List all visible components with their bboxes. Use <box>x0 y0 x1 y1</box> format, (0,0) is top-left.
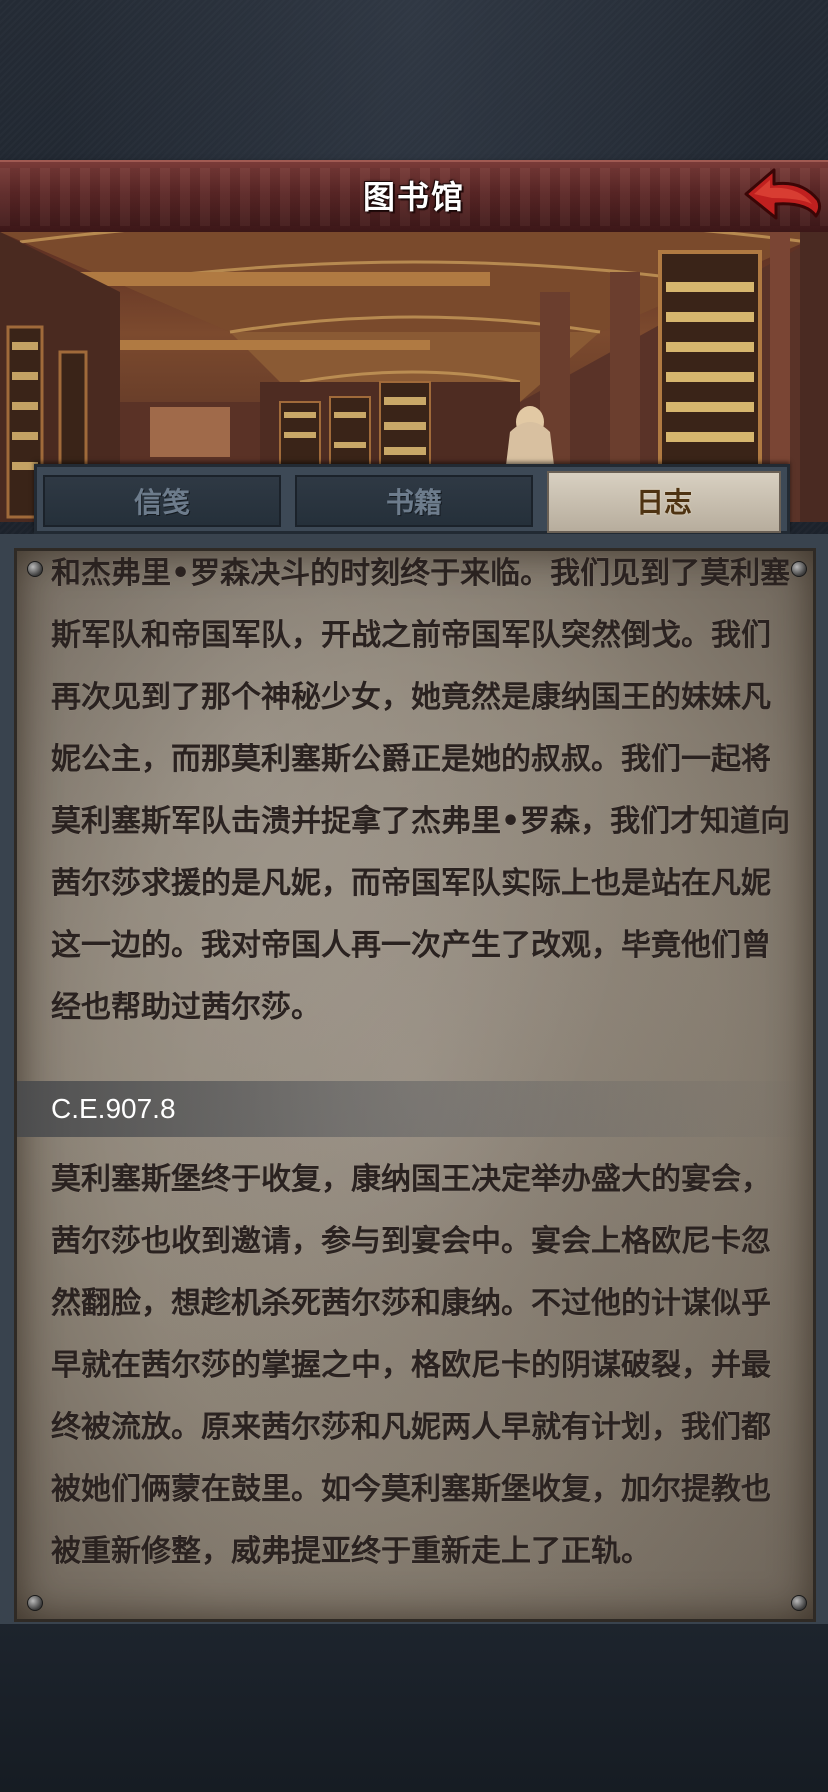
entry1-line: 妮公主，而那莫利塞斯公爵正是她的叔叔。我们一起将 <box>51 742 771 777</box>
tab-books[interactable]: 书籍 <box>295 475 533 527</box>
header-bar: 图书馆 <box>0 160 828 235</box>
entry2-line: 终被流放。原来茜尔莎和凡妮两人早就有计划，我们都 <box>51 1410 771 1445</box>
entry1-line: 斯军队和帝国军队，开战之前帝国军队突然倒戈。我们 <box>51 618 771 653</box>
entry2-line: 被她们俩蒙在鼓里。如今莫利塞斯堡收复，加尔提教也 <box>51 1472 771 1507</box>
journal-entry-2: 莫利塞斯堡终于收复，康纳国王决定举办盛大的宴会， 茜尔莎也收到邀请，参与到宴会中… <box>51 1149 791 1583</box>
rivet-decoration <box>791 1595 807 1611</box>
bottom-area <box>0 1624 828 1792</box>
entry2-line: 茜尔莎也收到邀请，参与到宴会中。宴会上格欧尼卡忽 <box>51 1224 771 1259</box>
journal-parchment[interactable]: 和杰弗里•罗森决斗的时刻终于来临。我们见到了莫利塞 斯军队和帝国军队，开战之前帝… <box>14 548 816 1622</box>
entry1-line: 再次见到了那个神秘少女，她竟然是康纳国王的妹妹凡 <box>51 680 771 715</box>
back-arrow-icon <box>744 168 822 220</box>
tab-journal[interactable]: 日志 <box>547 471 781 533</box>
tab-bar: 信笺 书籍 日志 <box>34 464 790 534</box>
date-header: C.E.907.8 <box>17 1081 813 1137</box>
rivet-decoration <box>27 561 43 577</box>
tab-letters[interactable]: 信笺 <box>43 475 281 527</box>
entry-date: C.E.907.8 <box>51 1093 176 1124</box>
entry1-line: 这一边的。我对帝国人再一次产生了改观，毕竟他们曾 <box>51 928 771 963</box>
page-title: 图书馆 <box>362 178 465 216</box>
rivet-decoration <box>27 1595 43 1611</box>
entry1-line: 经也帮助过茜尔莎。 <box>51 990 321 1025</box>
journal-entry-1: 和杰弗里•罗森决斗的时刻终于来临。我们见到了莫利塞 斯军队和帝国军队，开战之前帝… <box>51 551 791 1039</box>
entry1-line: 茜尔莎求援的是凡妮，而帝国军队实际上也是站在凡妮 <box>51 866 771 901</box>
entry2-line: 然翻脸，想趁机杀死茜尔莎和康纳。不过他的计谋似乎 <box>51 1286 771 1321</box>
entry2-line: 被重新修整，威弗提亚终于重新走上了正轨。 <box>51 1534 651 1569</box>
rivet-decoration <box>791 561 807 577</box>
back-button[interactable] <box>740 160 826 230</box>
entry1-line: 莫利塞斯军队击溃并捉拿了杰弗里•罗森，我们才知道向 <box>51 804 791 839</box>
entry1-line: 和杰弗里•罗森决斗的时刻终于来临。我们见到了莫利塞 <box>51 556 791 591</box>
entry2-line: 莫利塞斯堡终于收复，康纳国王决定举办盛大的宴会， <box>51 1162 771 1197</box>
entry2-line: 早就在茜尔莎的掌握之中，格欧尼卡的阴谋破裂，并最 <box>51 1348 771 1383</box>
